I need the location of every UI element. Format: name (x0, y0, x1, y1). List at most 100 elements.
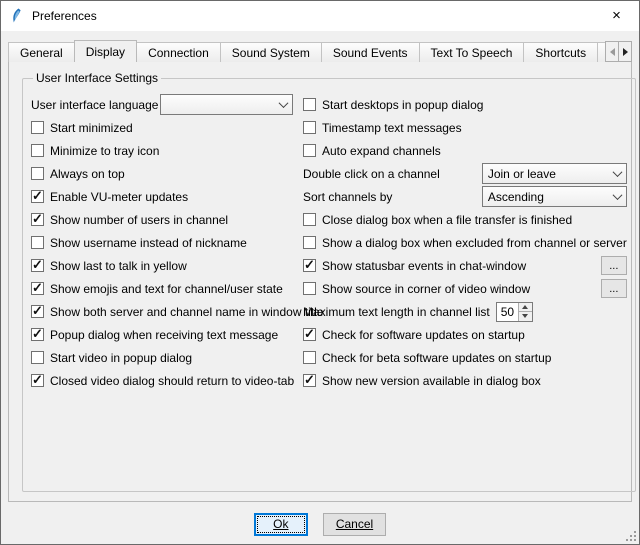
close-button[interactable]: × (594, 1, 639, 31)
checkbox-show-username[interactable]: Show username instead of nickname (31, 236, 247, 250)
spinner-buttons (518, 303, 532, 321)
chevron-down-icon (275, 95, 292, 114)
checkbox-desktops-popup[interactable]: Start desktops in popup dialog (303, 98, 483, 112)
checkbox-check-updates[interactable]: Check for software updates on startup (303, 328, 525, 342)
tab-scroll-right-button[interactable] (618, 41, 632, 62)
checkbox-label: Show last to talk in yellow (50, 259, 187, 273)
checkbox-box (303, 328, 316, 341)
settings-columns: User interface language Start minimized … (31, 91, 627, 392)
checkbox-label: Show statusbar events in chat-window (322, 259, 526, 273)
tab-sound-events[interactable]: Sound Events (321, 42, 420, 62)
checkbox-box (31, 236, 44, 249)
checkbox-label: Start minimized (50, 121, 133, 135)
checkbox-box (303, 144, 316, 157)
tab-text-to-speech[interactable]: Text To Speech (419, 42, 525, 62)
checkbox-box (31, 282, 44, 295)
preferences-dialog: Preferences × General Display Connection… (0, 0, 640, 545)
checkbox-server-channel-title[interactable]: Show both server and channel name in win… (31, 305, 324, 319)
checkbox-box (303, 236, 316, 249)
video-source-row: Show source in corner of video window ..… (303, 277, 627, 300)
tab-sound-system[interactable]: Sound System (220, 42, 322, 62)
checkbox-box (31, 328, 44, 341)
chevron-down-icon (609, 164, 626, 183)
checkbox-always-on-top[interactable]: Always on top (31, 167, 125, 181)
checkbox-popup-text-message[interactable]: Popup dialog when receiving text message (31, 328, 278, 342)
arrow-down-icon (522, 314, 528, 318)
checkbox-box (31, 167, 44, 180)
tab-scroll-left-button[interactable] (605, 41, 619, 62)
max-text-label: Maximum text length in channel list (303, 305, 490, 319)
checkbox-label: Show a dialog box when excluded from cha… (322, 236, 627, 250)
checkbox-box (31, 121, 44, 134)
checkbox-box (303, 121, 316, 134)
double-click-value: Join or leave (488, 167, 609, 181)
checkbox-box (303, 259, 316, 272)
max-text-value: 50 (497, 303, 518, 321)
sort-channels-label: Sort channels by (303, 190, 392, 204)
tab-display[interactable]: Display (74, 40, 137, 62)
spinner-down-button[interactable] (518, 312, 532, 321)
checkbox-show-emojis[interactable]: Show emojis and text for channel/user st… (31, 282, 283, 296)
app-icon (9, 8, 25, 24)
checkbox-box (31, 144, 44, 157)
checkbox-label: Always on top (50, 167, 125, 181)
tab-general[interactable]: General (8, 42, 75, 62)
checkbox-box (303, 213, 316, 226)
checkbox-label: Show number of users in channel (50, 213, 228, 227)
language-select[interactable] (160, 94, 293, 115)
checkbox-label: Auto expand channels (322, 144, 441, 158)
checkbox-box (31, 190, 44, 203)
tab-connection[interactable]: Connection (136, 42, 221, 62)
cancel-button[interactable]: Cancel (323, 513, 386, 536)
checkbox-box (31, 259, 44, 272)
checkbox-last-to-talk[interactable]: Show last to talk in yellow (31, 259, 187, 273)
checkbox-label: Show new version available in dialog box (322, 374, 541, 388)
checkbox-start-minimized[interactable]: Start minimized (31, 121, 133, 135)
tab-scrollers (606, 41, 632, 62)
checkbox-timestamp-messages[interactable]: Timestamp text messages (303, 121, 462, 135)
checkbox-box (303, 374, 316, 387)
max-text-spinner[interactable]: 50 (496, 302, 533, 322)
sort-channels-select[interactable]: Ascending (482, 186, 627, 207)
checkbox-label: Minimize to tray icon (50, 144, 159, 158)
sort-channels-value: Ascending (488, 190, 609, 204)
checkbox-label: Close dialog box when a file transfer is… (322, 213, 572, 227)
checkbox-closed-video-return[interactable]: Closed video dialog should return to vid… (31, 374, 294, 388)
checkbox-label: Start video in popup dialog (50, 351, 192, 365)
checkbox-label: Popup dialog when receiving text message (50, 328, 278, 342)
sort-channels-row: Sort channels by Ascending (303, 185, 627, 208)
checkbox-label: Show both server and channel name in win… (50, 305, 324, 319)
checkbox-excluded-dialog[interactable]: Show a dialog box when excluded from cha… (303, 236, 627, 250)
ok-button[interactable]: Ok (254, 513, 308, 536)
resize-grip[interactable] (624, 529, 637, 542)
checkbox-auto-expand[interactable]: Auto expand channels (303, 144, 441, 158)
checkbox-minimize-to-tray[interactable]: Minimize to tray icon (31, 144, 159, 158)
checkbox-check-beta-updates[interactable]: Check for beta software updates on start… (303, 351, 551, 365)
checkbox-box (303, 351, 316, 364)
checkbox-video-source-corner[interactable]: Show source in corner of video window (303, 282, 530, 296)
checkbox-box (31, 351, 44, 364)
dialog-footer: Ok Cancel (1, 502, 639, 545)
video-source-more-button[interactable]: ... (601, 279, 627, 298)
title-bar[interactable]: Preferences × (1, 1, 639, 31)
checkbox-box (303, 282, 316, 295)
double-click-select[interactable]: Join or leave (482, 163, 627, 184)
checkbox-statusbar-events[interactable]: Show statusbar events in chat-window (303, 259, 526, 273)
checkbox-label: Check for software updates on startup (322, 328, 525, 342)
checkbox-vu-meter[interactable]: Enable VU-meter updates (31, 190, 188, 204)
checkbox-box (31, 374, 44, 387)
checkbox-label: Check for beta software updates on start… (322, 351, 551, 365)
checkbox-box (303, 98, 316, 111)
right-column: Start desktops in popup dialog Timestamp… (303, 93, 627, 392)
tab-bar: General Display Connection Sound System … (8, 40, 632, 62)
double-click-label: Double click on a channel (303, 167, 440, 181)
checkbox-new-version-dialog[interactable]: Show new version available in dialog box (303, 374, 541, 388)
spinner-up-button[interactable] (518, 303, 532, 313)
statusbar-events-row: Show statusbar events in chat-window ... (303, 254, 627, 277)
checkbox-close-on-transfer[interactable]: Close dialog box when a file transfer is… (303, 213, 572, 227)
statusbar-events-more-button[interactable]: ... (601, 256, 627, 275)
checkbox-show-user-count[interactable]: Show number of users in channel (31, 213, 228, 227)
tab-shortcuts[interactable]: Shortcuts (523, 42, 598, 62)
checkbox-label: Timestamp text messages (322, 121, 462, 135)
checkbox-video-popup[interactable]: Start video in popup dialog (31, 351, 192, 365)
